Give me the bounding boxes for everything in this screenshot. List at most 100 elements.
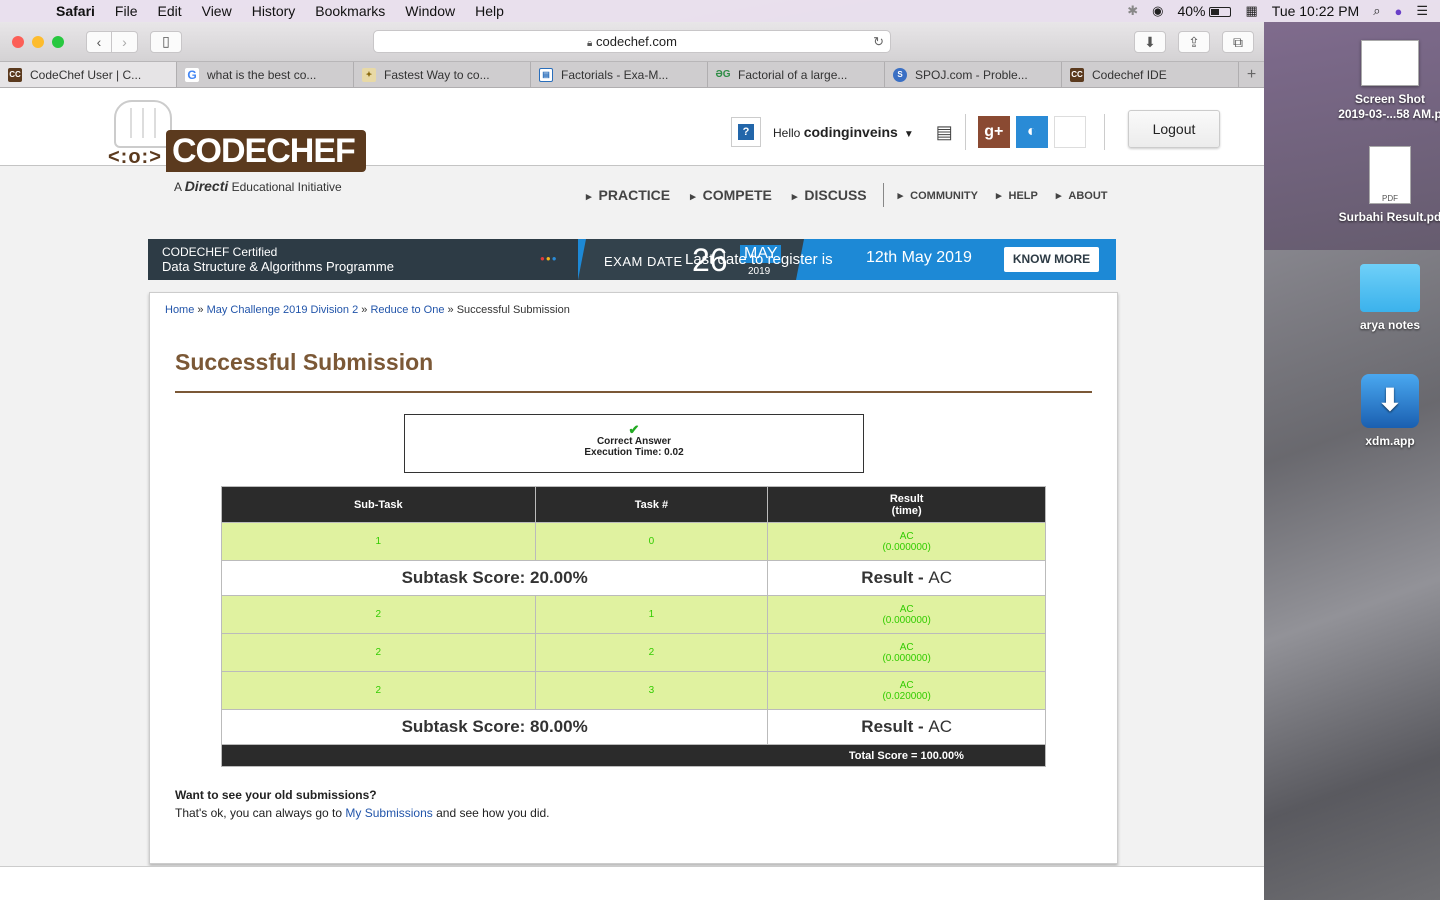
- menu-view[interactable]: View: [192, 3, 242, 19]
- cell-subtask: 2: [221, 633, 536, 672]
- tab-title: what is the best co...: [207, 67, 317, 82]
- cell-result: AC (0.000000): [767, 633, 1046, 672]
- desktop-icon-label: Surbahi Result.pd: [1338, 210, 1440, 224]
- siri-icon[interactable]: ●: [1394, 4, 1402, 19]
- breadcrumb-sep: »: [358, 304, 371, 316]
- safari-window: ‹ › ▯ 🔒︎ codechef.com ↻ ⬇ ⇪ ⧉ CC CodeChef…: [0, 22, 1264, 900]
- result-label: Result -: [861, 568, 929, 587]
- minimize-window-button[interactable]: [32, 35, 44, 48]
- back-button[interactable]: ‹: [86, 30, 112, 53]
- nav-about[interactable]: ABOUT: [1056, 189, 1107, 202]
- codechef-logo[interactable]: <:o:> CODECHEF A Directi Educational Ini…: [108, 100, 368, 204]
- close-window-button[interactable]: [12, 35, 24, 48]
- sidebar-toggle-button[interactable]: ▯: [150, 30, 182, 53]
- exam-date-label: EXAM DATE: [604, 254, 683, 269]
- downloads-button[interactable]: ⬇: [1134, 31, 1166, 53]
- question-icon: ?: [738, 124, 754, 140]
- google-plus-icon[interactable]: g+: [977, 116, 1010, 148]
- browser-toolbar: ‹ › ▯ 🔒︎ codechef.com ↻ ⬇ ⇪ ⧉: [0, 22, 1264, 62]
- pdf-file-icon: PDF: [1369, 146, 1411, 204]
- tagline-brand: Directi: [184, 178, 229, 194]
- wifi-icon[interactable]: ◉: [1152, 3, 1163, 19]
- menu-history[interactable]: History: [242, 3, 306, 19]
- total-score: Total Score = 100.00%: [767, 744, 1046, 767]
- total-score-row: Total Score = 100.00%: [221, 744, 1046, 767]
- desktop-icon-pdf[interactable]: PDF Surbahi Result.pd: [1330, 146, 1440, 225]
- new-tab-button[interactable]: +: [1239, 62, 1264, 87]
- nav-community[interactable]: COMMUNITY: [898, 189, 978, 202]
- desktop-icon-screenshot[interactable]: Screen Shot 2019-03-...58 AM.p: [1330, 40, 1440, 122]
- bluetooth-icon[interactable]: ✱: [1127, 3, 1138, 19]
- menu-app-name[interactable]: Safari: [56, 3, 105, 19]
- menu-bookmarks[interactable]: Bookmarks: [305, 3, 395, 19]
- address-bar[interactable]: 🔒︎ codechef.com ↻: [373, 30, 891, 53]
- logout-button[interactable]: Logout: [1128, 110, 1220, 148]
- nav-compete[interactable]: COMPETE: [690, 187, 772, 203]
- notification-center-icon[interactable]: ☰: [1416, 3, 1428, 19]
- desktop-icon-app[interactable]: ⬇ xdm.app: [1330, 374, 1440, 449]
- result-time: (0.020000): [882, 690, 931, 702]
- menu-file[interactable]: File: [105, 3, 148, 19]
- wallpaper-rock: [1264, 250, 1440, 900]
- clock[interactable]: Tue 10:22 PM: [1272, 3, 1359, 19]
- document-icon[interactable]: ▤: [936, 122, 953, 143]
- user-menu[interactable]: Hello codinginveins ▼: [773, 124, 914, 140]
- tab-google-search[interactable]: Gwhat is the best co...: [177, 62, 354, 87]
- share-button[interactable]: ⇪: [1178, 31, 1210, 53]
- github-icon[interactable]: ◐: [1015, 116, 1048, 148]
- table-header-row: Sub-Task Task # Result (time): [221, 486, 1046, 523]
- help-button[interactable]: ?: [731, 117, 761, 147]
- tab-codechef-ide[interactable]: CC Codechef IDE: [1062, 62, 1239, 87]
- reload-icon[interactable]: ↻: [873, 31, 884, 52]
- tab-codechef-user[interactable]: CC CodeChef User | C...: [0, 62, 177, 87]
- total-spacer: [535, 744, 768, 767]
- sidebar-icon: ▯: [162, 33, 170, 49]
- breadcrumb-sep: »: [444, 304, 457, 316]
- tab-spoj[interactable]: S SPOJ.com - Proble...: [885, 62, 1062, 87]
- menu-edit[interactable]: Edit: [147, 3, 191, 19]
- know-more-button[interactable]: KNOW MORE: [1004, 247, 1099, 272]
- toolbar-right: ⬇ ⇪ ⧉: [1134, 31, 1254, 53]
- calendar-icon[interactable]: ▦: [1245, 3, 1257, 19]
- desktop-icon-folder[interactable]: arya notes: [1330, 264, 1440, 333]
- tab-overview-button[interactable]: ⧉: [1222, 31, 1254, 53]
- tab-factorial-large[interactable]: ƏG Factorial of a large...: [708, 62, 885, 87]
- nav-discuss[interactable]: DISCUSS: [792, 187, 866, 203]
- cell-task: 3: [534, 671, 769, 710]
- chevron-left-icon: ‹: [96, 33, 102, 50]
- breadcrumb-contest[interactable]: May Challenge 2019 Division 2: [207, 304, 359, 316]
- execution-time: Execution Time: 0.02: [584, 447, 684, 458]
- desktop-icon-label: arya notes: [1359, 318, 1421, 332]
- forward-button[interactable]: ›: [112, 30, 138, 53]
- menu-window[interactable]: Window: [395, 3, 465, 19]
- social-blank-icon[interactable]: [1053, 116, 1086, 148]
- menu-help[interactable]: Help: [465, 3, 514, 19]
- breadcrumb-home[interactable]: Home: [165, 304, 194, 316]
- banner-programme-name: Data Structure & Algorithms Programme: [162, 259, 394, 274]
- desktop-icon-label: xdm.app: [1365, 434, 1415, 448]
- subtask-score-row: Subtask Score: 80.00% Result - AC: [220, 709, 1046, 745]
- pdf-badge: PDF: [1382, 194, 1398, 203]
- promo-banner[interactable]: CODECHEF Certified Data Structure & Algo…: [148, 239, 1116, 280]
- result-time: (0.000000): [882, 652, 931, 664]
- tab-factorials-examples[interactable]: ▤ Factorials - Exa-M...: [531, 62, 708, 87]
- logo-tagline: A Directi Educational Initiative: [174, 178, 342, 194]
- table-row: 1 0 AC (0.000000): [221, 522, 1046, 561]
- tab-fastest-way[interactable]: ✦ Fastest Way to co...: [354, 62, 531, 87]
- old-submissions-tail: and see how you did.: [436, 806, 550, 820]
- chevron-right-icon: ›: [122, 33, 127, 50]
- subtask-score-text: Subtask Score: 20.00%: [401, 568, 588, 587]
- nav-practice[interactable]: PRACTICE: [586, 187, 671, 203]
- nav-help[interactable]: HELP: [996, 189, 1038, 202]
- subtask-result: Result - AC: [767, 709, 1046, 745]
- table-row: 2 2 AC (0.000000): [221, 633, 1046, 672]
- web-page: ? Hello codinginveins ▼ ▤ g+ ◐ Logout <:o…: [0, 88, 1264, 900]
- breadcrumb-sep: »: [194, 304, 207, 316]
- breadcrumb-problem[interactable]: Reduce to One: [370, 304, 444, 316]
- history-nav: ‹ ›: [86, 30, 138, 53]
- old-submissions-note: Want to see your old submissions? That's…: [175, 786, 550, 822]
- battery-status[interactable]: 40%: [1177, 3, 1232, 19]
- spotlight-search-icon[interactable]: ⌕: [1373, 3, 1380, 19]
- my-submissions-link[interactable]: My Submissions: [345, 806, 432, 820]
- zoom-window-button[interactable]: [52, 35, 64, 48]
